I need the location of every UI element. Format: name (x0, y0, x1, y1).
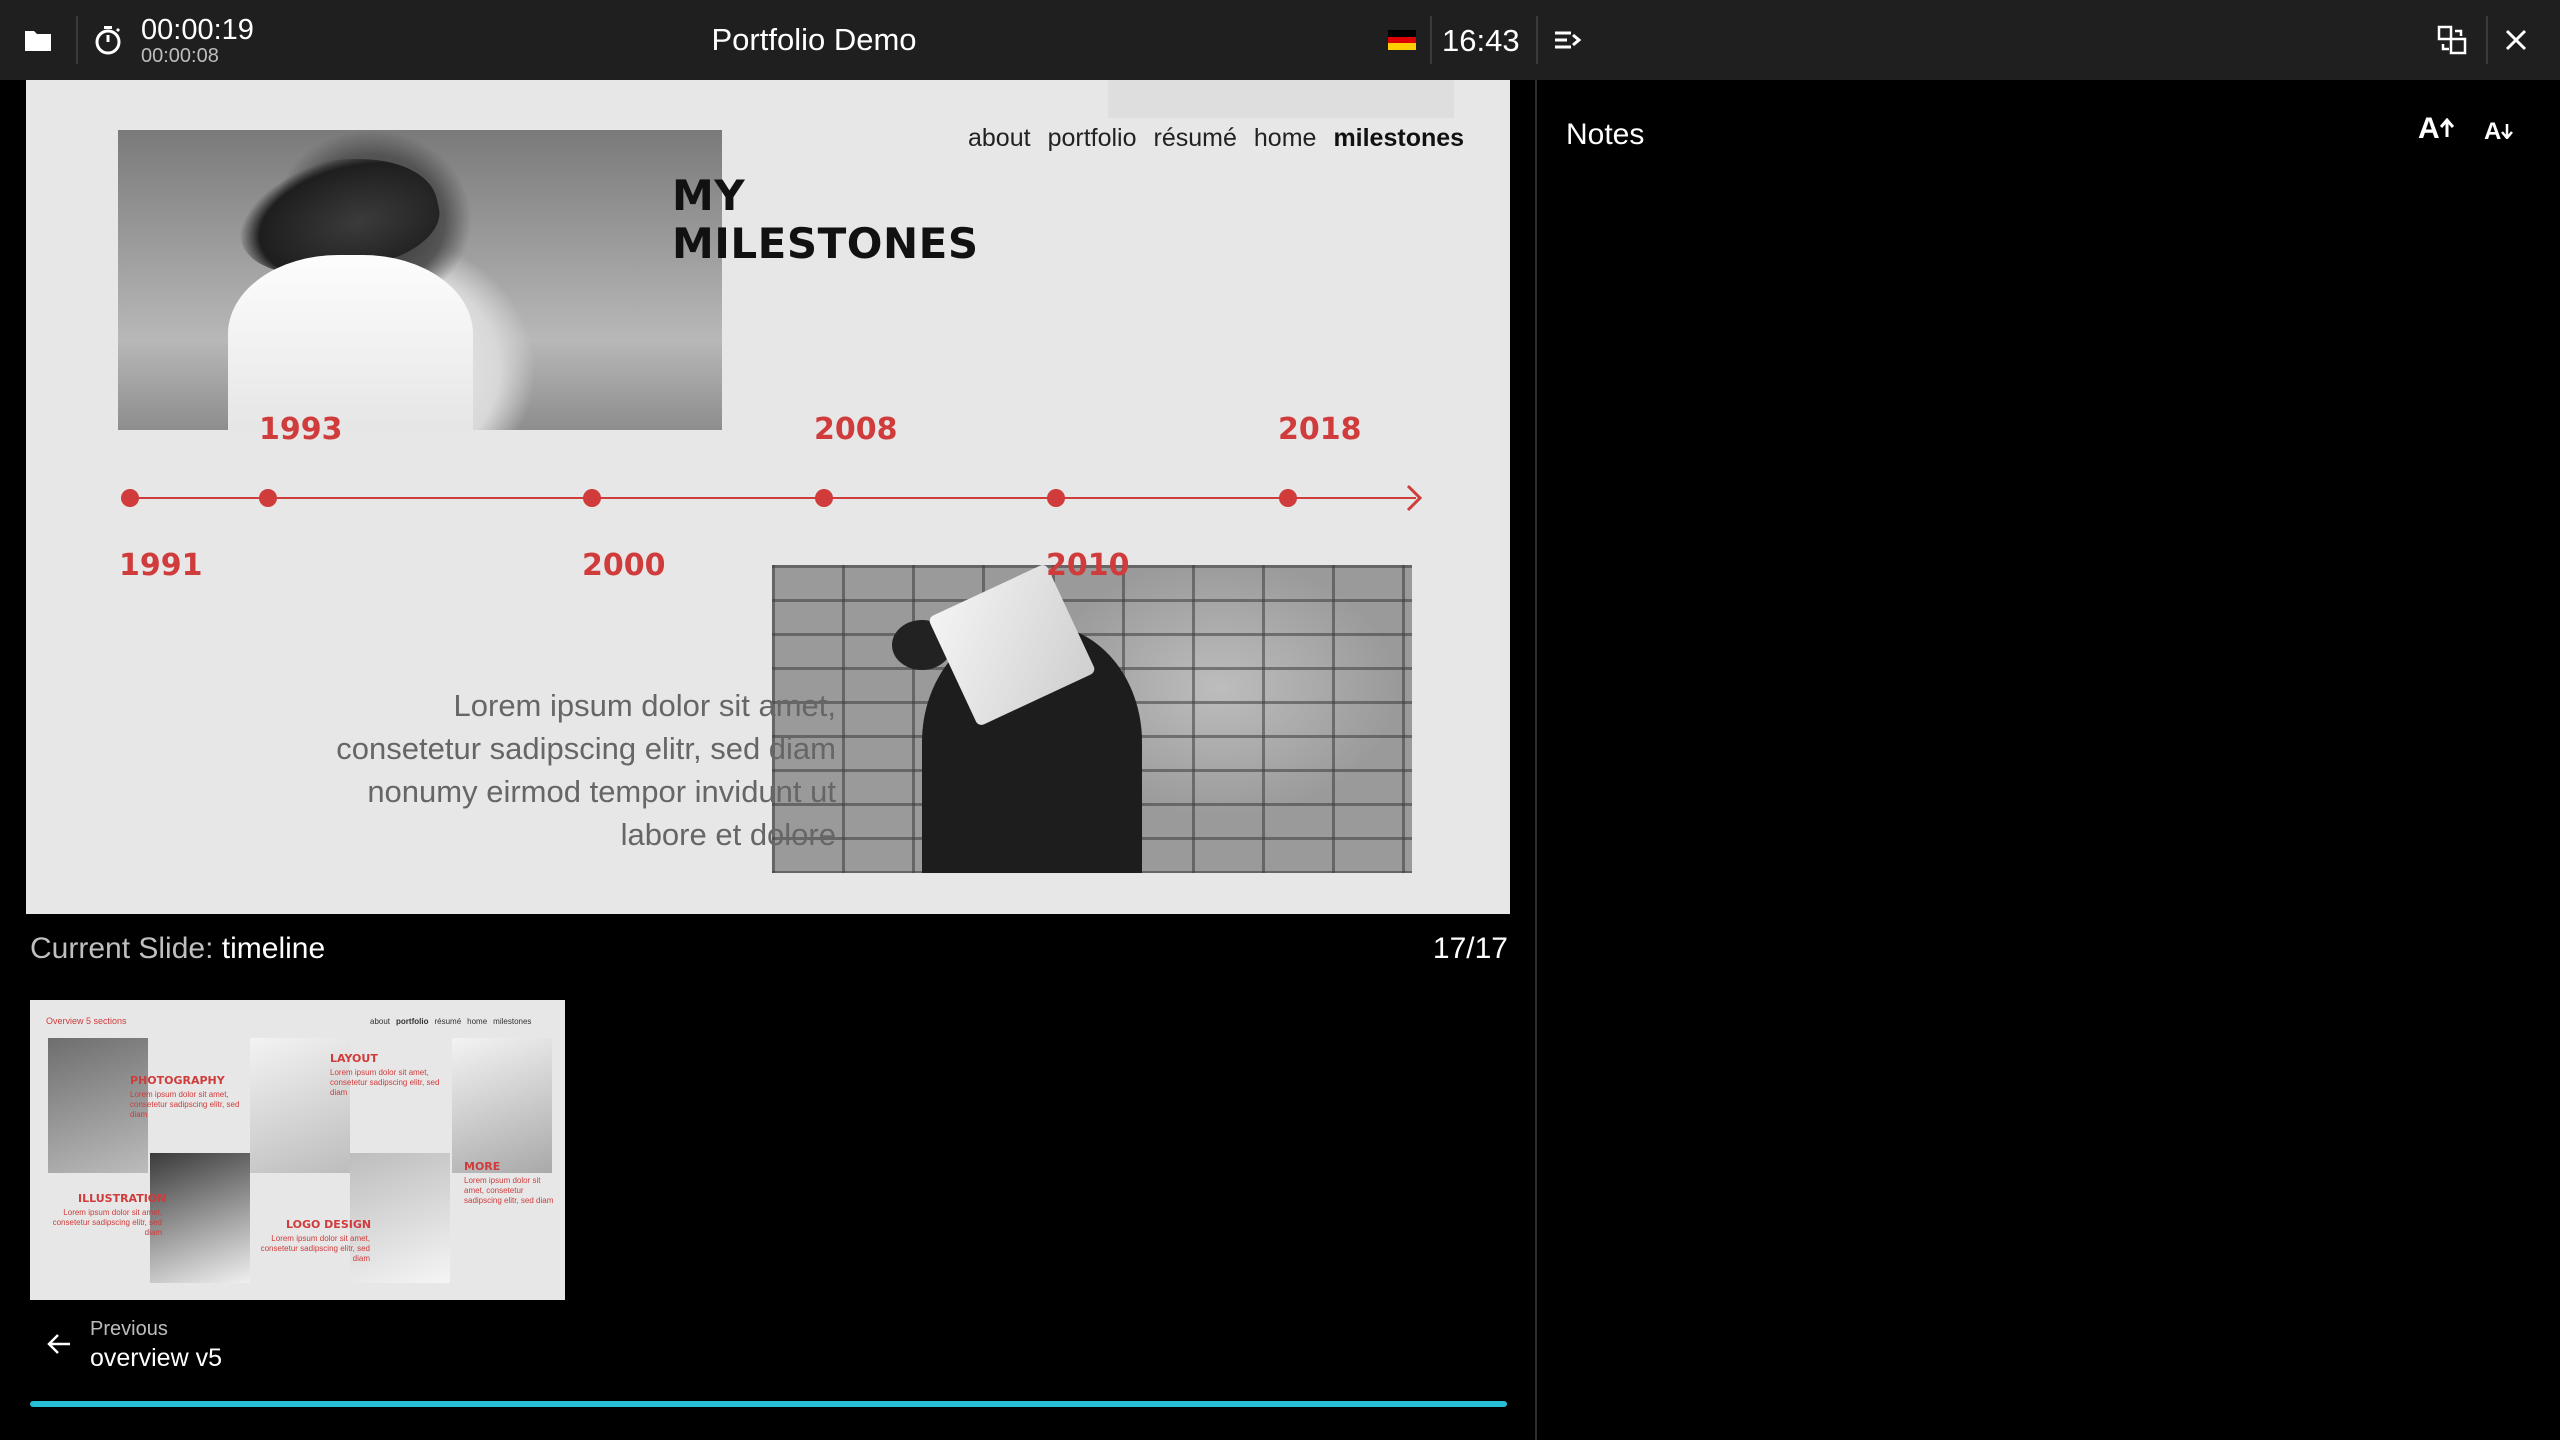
current-slide-label: Current Slide: timeline (30, 932, 325, 966)
slide-body-text: Lorem ipsum dolor sit amet, consetetur s… (276, 684, 836, 856)
timeline-dot (815, 489, 833, 507)
font-decrease-label: A (2484, 118, 2502, 145)
language-flag-icon[interactable] (1388, 30, 1416, 50)
thumb-nav-item: about (370, 1017, 391, 1026)
thumb-nav-item: résumé (434, 1017, 462, 1026)
body-line: labore et dolore (620, 817, 836, 852)
arrow-up-icon (2439, 117, 2454, 137)
timeline-dot (1279, 489, 1297, 507)
flag-stripe (1388, 30, 1416, 37)
clock: 16:43 (1442, 23, 1520, 58)
previous-label: Previous (90, 1318, 168, 1340)
current-slide-preview[interactable]: MY MILESTONES about portfolio résumé hom… (26, 80, 1510, 914)
notes-toggle-button[interactable] (1548, 20, 1588, 60)
thumb-nav-item: milestones (493, 1017, 532, 1026)
year-label: 2008 (814, 412, 898, 447)
previous-slide-button[interactable]: Previous overview v5 (30, 1310, 330, 1380)
pane-divider[interactable] (1535, 80, 1537, 1440)
thumb-section-text: Lorem ipsum dolor sit amet, consetetur s… (130, 1090, 240, 1119)
thumb-section-title: ILLUSTRATION (78, 1192, 167, 1205)
slide-counter: 17/17 (1432, 932, 1508, 965)
arrow-down-icon (2501, 124, 2514, 140)
flag-stripe (1388, 36, 1416, 44)
year-label: 1993 (259, 412, 343, 447)
toolbar-separator (76, 16, 78, 64)
progress-fill (30, 1401, 1507, 1407)
notes-arrow-icon (1555, 31, 1582, 49)
thumb-section-text: Lorem ipsum dolor sit amet, consetetur s… (330, 1068, 440, 1097)
presentation-title: Portfolio Demo (711, 22, 917, 57)
thumb-photo (150, 1153, 250, 1283)
flag-stripe (1388, 43, 1416, 50)
body-line: consetetur sadipscing elitr, sed diam (336, 731, 836, 766)
thumb-section-title: LAYOUT (330, 1052, 378, 1065)
year-label: 1991 (119, 548, 203, 583)
folder-icon (25, 31, 51, 51)
swap-layout-icon (2437, 25, 2467, 55)
timeline-dot (1047, 489, 1065, 507)
swap-layout-button[interactable] (2432, 20, 2472, 60)
decrease-font-button[interactable]: A (2484, 118, 2514, 146)
thumb-overview-label: Overview 5 sections (46, 1016, 127, 1026)
thumb-section-title: PHOTOGRAPHY (130, 1074, 225, 1087)
presentation-progress-bar (30, 1401, 1507, 1407)
year-label: 2010 (1046, 548, 1130, 583)
folder-button[interactable] (18, 20, 58, 60)
thumb-navigation: about portfolio résumé home milestones (370, 1017, 531, 1026)
thumb-section-title: MORE (464, 1160, 501, 1173)
font-increase-label: A (2418, 112, 2440, 145)
timer-button[interactable] (88, 20, 128, 60)
current-slide-name: timeline (221, 932, 326, 965)
previous-slide-title: overview v5 (90, 1344, 222, 1372)
year-label: 2018 (1278, 412, 1362, 447)
stopwatch-icon (95, 26, 121, 55)
slide-elapsed-time: 00:00:08 (141, 45, 219, 67)
body-line: nonumy eirmod tempor invidunt ut (367, 774, 836, 809)
timeline-dot (583, 489, 601, 507)
arrow-left-icon (47, 1334, 70, 1354)
previous-slide-thumbnail[interactable]: Overview 5 sections about portfolio résu… (30, 1000, 565, 1300)
toolbar-separator (2486, 16, 2488, 64)
thumb-section-title: LOGO DESIGN (286, 1218, 372, 1231)
notes-title: Notes (1566, 118, 1645, 151)
timeline-dot (121, 489, 139, 507)
thumb-photo (452, 1038, 552, 1173)
thumb-section-text: Lorem ipsum dolor sit amet, consetetur s… (260, 1234, 370, 1263)
close-icon (2505, 29, 2527, 51)
current-slide-prefix: Current Slide: (30, 932, 214, 965)
increase-font-button[interactable]: A (2418, 112, 2454, 146)
toolbar-separator (1430, 16, 1432, 64)
thumb-nav-item: home (467, 1017, 488, 1026)
year-label: 2000 (582, 548, 666, 583)
timeline-dot (259, 489, 277, 507)
body-line: Lorem ipsum dolor sit amet, (453, 688, 836, 723)
top-bar: 00:00:19 00:00:08 Portfolio Demo 16:43 (0, 0, 2560, 80)
thumb-section-text: Lorem ipsum dolor sit amet, consetetur s… (52, 1208, 162, 1237)
close-button[interactable] (2496, 20, 2536, 60)
thumb-section-text: Lorem ipsum dolor sit amet, consetetur s… (464, 1176, 554, 1205)
toolbar-separator (1536, 16, 1538, 64)
elapsed-time: 00:00:19 (141, 14, 254, 46)
thumb-nav-item: portfolio (396, 1017, 429, 1026)
